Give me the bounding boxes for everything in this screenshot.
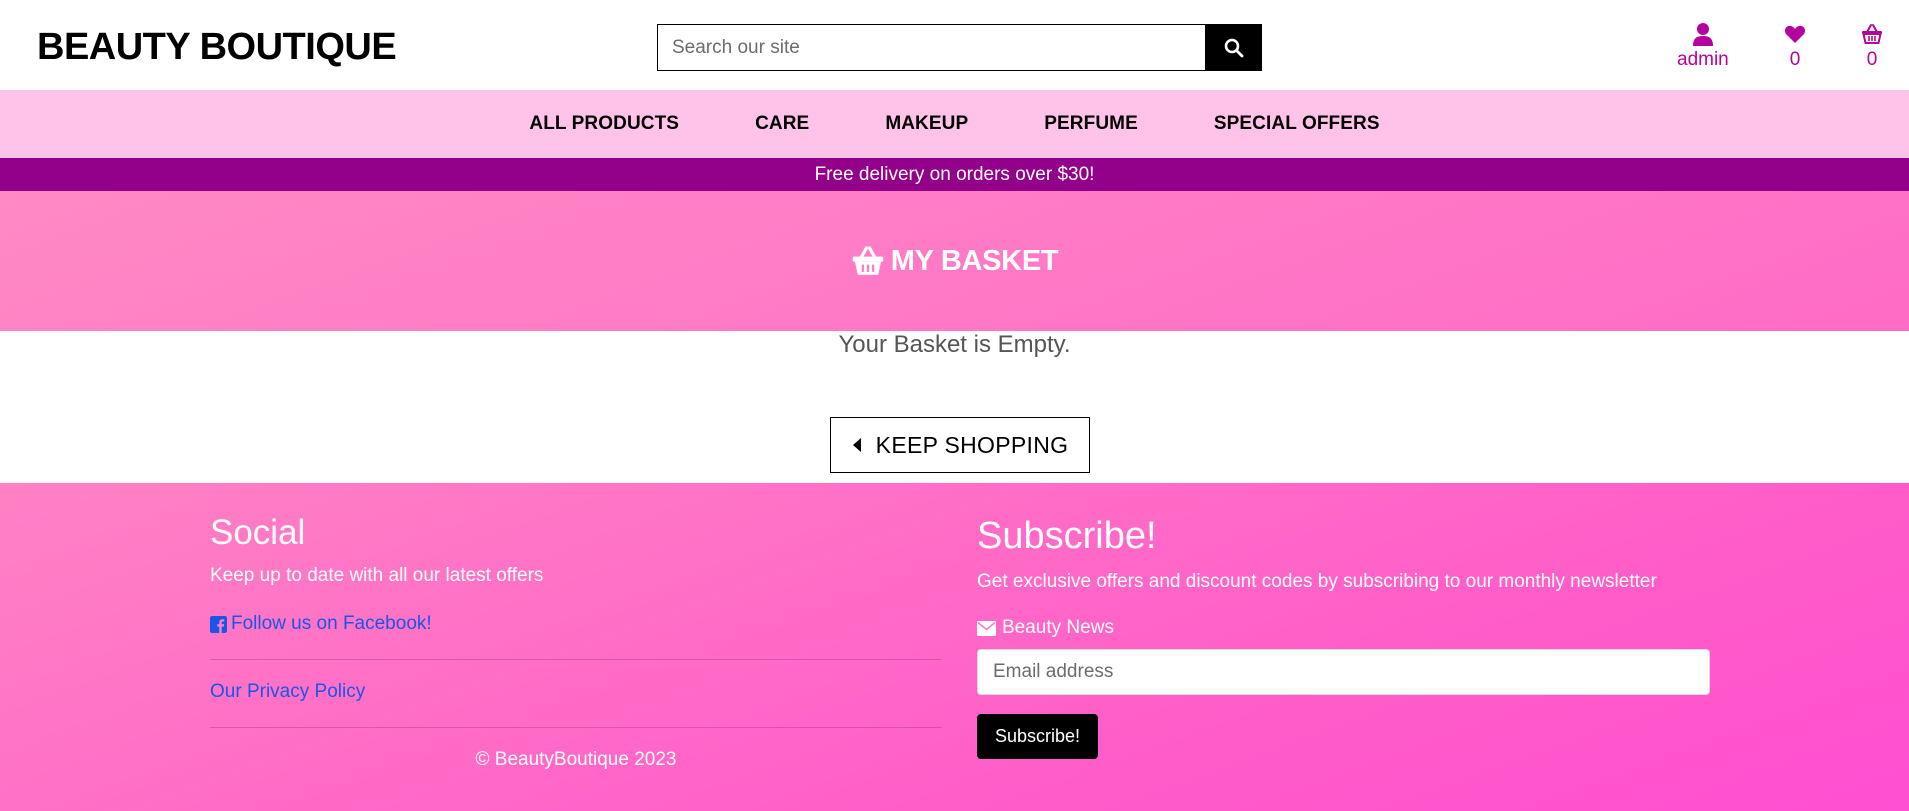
social-text: Keep up to date with all our latest offe… bbox=[210, 565, 544, 586]
wishlist-count: 0 bbox=[1789, 49, 1801, 70]
account-link[interactable]: admin bbox=[1677, 22, 1729, 71]
page-title: MY BASKET bbox=[851, 245, 1059, 278]
search-input[interactable] bbox=[657, 24, 1205, 71]
heart-icon bbox=[1784, 25, 1806, 43]
wishlist-link[interactable]: 0 bbox=[1784, 22, 1806, 71]
page-title-text: MY BASKET bbox=[890, 244, 1059, 277]
envelope-icon bbox=[977, 620, 996, 636]
footer-divider bbox=[210, 659, 942, 660]
account-label: admin bbox=[1677, 49, 1729, 70]
nav-item-makeup[interactable]: MAKEUP bbox=[885, 113, 968, 135]
site-logo[interactable]: BEAUTY BOUTIQUE bbox=[37, 26, 397, 69]
social-heading: Social bbox=[210, 513, 306, 552]
facebook-link[interactable]: Follow us on Facebook! bbox=[210, 613, 432, 635]
search-form bbox=[657, 24, 1262, 71]
empty-basket-message: Your Basket is Empty. bbox=[838, 331, 1071, 358]
facebook-link-text: Follow us on Facebook! bbox=[231, 613, 432, 634]
nav-item-perfume[interactable]: PERFUME bbox=[1044, 113, 1138, 135]
user-icon bbox=[1692, 23, 1713, 46]
keep-shopping-button[interactable]: KEEP SHOPPING bbox=[830, 417, 1090, 473]
basket-icon bbox=[1862, 24, 1882, 44]
copyright-text: © BeautyBoutique 2023 bbox=[475, 749, 677, 770]
subscribe-heading: Subscribe! bbox=[977, 515, 1157, 557]
search-button[interactable] bbox=[1205, 24, 1262, 71]
subscribe-button[interactable]: Subscribe! bbox=[977, 714, 1098, 759]
site-header: BEAUTY BOUTIQUE admin 0 bbox=[0, 0, 1909, 90]
delivery-banner-text: Free delivery on orders over $30! bbox=[814, 163, 1095, 185]
nav-item-special-offers[interactable]: SPECIAL OFFERS bbox=[1214, 113, 1380, 135]
privacy-policy-link[interactable]: Our Privacy Policy bbox=[210, 681, 365, 703]
basket-link[interactable]: 0 bbox=[1861, 22, 1883, 71]
keep-shopping-label: KEEP SHOPPING bbox=[875, 431, 1069, 458]
nav-item-all-products[interactable]: ALL PRODUCTS bbox=[529, 113, 679, 135]
newsletter-email-input[interactable] bbox=[977, 649, 1710, 695]
newsletter-label: Beauty News bbox=[977, 617, 1114, 639]
facebook-icon bbox=[210, 615, 227, 633]
newsletter-label-text: Beauty News bbox=[1002, 617, 1114, 638]
basket-icon bbox=[852, 246, 883, 275]
delivery-banner: Free delivery on orders over $30! bbox=[0, 158, 1909, 191]
main-nav: ALL PRODUCTS CARE MAKEUP PERFUME SPECIAL… bbox=[0, 90, 1909, 158]
caret-left-icon bbox=[852, 438, 861, 452]
site-footer: Social Keep up to date with all our late… bbox=[0, 483, 1909, 811]
nav-item-care[interactable]: CARE bbox=[755, 113, 809, 135]
page-header: MY BASKET bbox=[0, 191, 1909, 331]
footer-divider bbox=[210, 727, 942, 728]
search-icon bbox=[1224, 38, 1243, 57]
basket-count: 0 bbox=[1866, 49, 1878, 70]
subscribe-text: Get exclusive offers and discount codes … bbox=[977, 571, 1657, 592]
